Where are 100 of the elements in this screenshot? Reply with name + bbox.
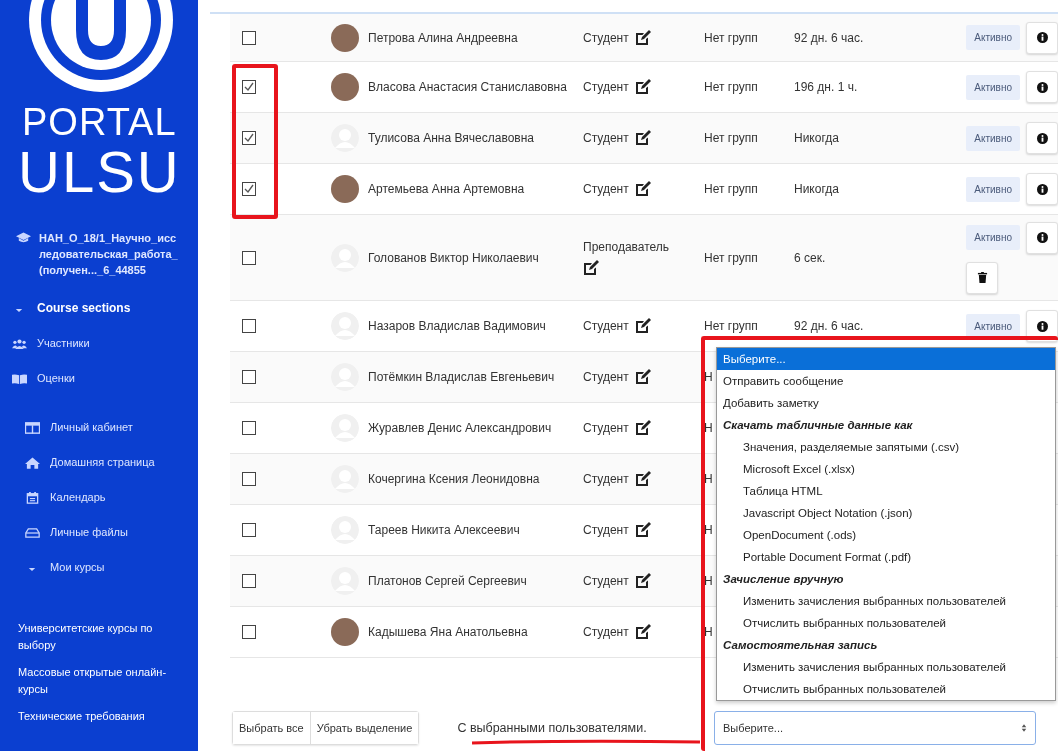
status-badge: Активно — [966, 313, 1020, 339]
row-checkbox[interactable] — [242, 370, 256, 384]
dropdown-option[interactable]: Отчислить выбранных пользователей — [717, 678, 1055, 700]
row-checkbox[interactable] — [242, 30, 256, 45]
nav-item[interactable]: Участники — [12, 325, 198, 360]
participant-name[interactable]: Артемьева Анна Артемовна — [368, 182, 583, 196]
home-icon — [25, 456, 40, 469]
participant-name[interactable]: Журавлев Денис Александрович — [368, 421, 583, 435]
edit-icon[interactable] — [634, 420, 651, 436]
role-label: Студент — [583, 523, 629, 537]
row-checkbox[interactable] — [242, 250, 256, 265]
row-checkbox[interactable] — [242, 625, 256, 639]
participant-name[interactable]: Голованов Виктор Николаевич — [368, 250, 583, 265]
last-access-label: Никогда — [794, 182, 839, 196]
row-checkbox[interactable] — [242, 182, 256, 196]
row-checkbox[interactable] — [242, 472, 256, 486]
user-photo-placeholder — [331, 175, 359, 203]
book-icon — [12, 372, 27, 385]
participant-name[interactable]: Тареев Никита Алексеевич — [368, 523, 583, 537]
sidebar-link[interactable]: Массовые открытые онлайн-курсы — [18, 664, 178, 698]
participant-name[interactable]: Петрова Алина Андреевна — [368, 30, 583, 45]
role-label: Студент — [583, 319, 629, 333]
dropdown-option[interactable]: Microsoft Excel (.xlsx) — [717, 458, 1055, 480]
groups-label: Нет групп — [704, 319, 758, 333]
selection-button[interactable]: Выбрать все — [233, 712, 311, 744]
nav-item[interactable]: Оценки — [12, 360, 198, 395]
groups-label: Нет групп — [704, 30, 758, 45]
groups-label: Нет групп — [704, 131, 758, 145]
dropdown-option[interactable]: Таблица HTML — [717, 480, 1055, 502]
nav-item[interactable]: Мои курсы — [25, 549, 198, 584]
info-icon[interactable] — [1026, 122, 1058, 154]
row-checkbox[interactable] — [242, 421, 256, 435]
option-group-label: Скачать табличные данные как — [722, 418, 914, 433]
dropdown-option[interactable]: Изменить зачисления выбранных пользователей — [717, 590, 1055, 612]
role-label: Преподаватель — [583, 239, 670, 254]
participant-name[interactable]: Платонов Сергей Сергеевич — [368, 574, 583, 588]
nav-item[interactable]: Личные файлы — [25, 514, 198, 549]
edit-icon[interactable] — [634, 369, 651, 385]
dropdown-option[interactable]: Отчислить выбранных пользователей — [717, 612, 1055, 634]
participant-name[interactable]: Тулисова Анна Вячеславовна — [368, 131, 583, 145]
row-checkbox[interactable] — [242, 574, 256, 588]
row-checkbox[interactable] — [242, 131, 256, 145]
status-badge: Активно — [966, 25, 1020, 50]
edit-icon[interactable] — [634, 181, 651, 197]
status-badge: Активно — [966, 125, 1020, 151]
row-checkbox[interactable] — [242, 80, 256, 94]
sidebar-link[interactable]: Технические требования — [18, 708, 178, 725]
groups-label: Нет групп — [704, 182, 758, 196]
row-checkbox[interactable] — [242, 523, 256, 537]
nav-item[interactable]: Календарь — [25, 479, 198, 514]
caret-icon — [15, 307, 23, 313]
last-access-label: Никогда — [794, 131, 839, 145]
participant-name[interactable]: Назаров Владислав Вадимович — [368, 319, 583, 333]
last-access-label: 92 дн. 6 час. — [794, 30, 864, 45]
sidebar-link[interactable]: Университетские курсы по выбору — [18, 620, 178, 654]
calendar-icon — [25, 491, 40, 504]
edit-icon[interactable] — [634, 573, 651, 589]
row-checkbox[interactable] — [242, 319, 256, 333]
status-badge: Активно — [966, 176, 1020, 202]
info-icon[interactable] — [1026, 21, 1058, 54]
groups-label: Н — [704, 574, 713, 588]
sort-arrows-icon — [1021, 723, 1027, 733]
edit-icon[interactable] — [634, 318, 651, 334]
participant-name[interactable]: Власова Анастасия Станиславовна — [368, 80, 583, 94]
info-icon[interactable] — [1026, 221, 1058, 254]
participant-name[interactable]: Кадышева Яна Анатольевна — [368, 625, 583, 639]
dropdown-option[interactable]: Значения, разделяемые запятыми (.csv) — [717, 436, 1055, 458]
role-label: Студент — [583, 80, 629, 94]
course-link[interactable]: НАН_О_18/1_Научно_исследовательская_работа_(получен..._6_44855 — [39, 230, 179, 278]
edit-icon[interactable] — [634, 522, 651, 538]
participant-name[interactable]: Потёмкин Владислав Евгеньевич — [368, 370, 583, 384]
dropdown-option[interactable]: Javascript Object Notation (.json) — [717, 502, 1055, 524]
edit-icon[interactable] — [583, 259, 599, 276]
status-badge: Активно — [966, 74, 1020, 100]
edit-icon[interactable] — [634, 471, 651, 487]
nav-item[interactable]: Course sections — [12, 290, 198, 325]
info-icon[interactable] — [1026, 173, 1058, 205]
dropdown-option[interactable]: Изменить зачисления выбранных пользователей — [717, 656, 1055, 678]
dropdown-option[interactable]: Добавить заметку — [717, 392, 1055, 414]
role-label: Студент — [583, 421, 629, 435]
nav-item[interactable]: Личный кабинет — [25, 409, 198, 444]
dropdown-option[interactable]: Отправить сообщение — [717, 370, 1055, 392]
nav-item[interactable]: Домашняя страница — [25, 444, 198, 479]
role-label: Студент — [583, 30, 629, 45]
option-group-label: Самостоятельная запись — [722, 638, 879, 653]
edit-icon[interactable] — [634, 624, 651, 640]
info-icon[interactable] — [1026, 71, 1058, 103]
selection-button[interactable]: Убрать выделение — [310, 712, 419, 744]
edit-icon[interactable] — [634, 130, 651, 146]
bulk-action-select[interactable]: Выберите... — [714, 711, 1036, 745]
groups-label: Н — [704, 370, 713, 384]
trash-icon[interactable] — [966, 261, 999, 294]
role-label: Студент — [583, 131, 629, 145]
role-label: Студент — [583, 472, 629, 486]
dropdown-option[interactable]: OpenDocument (.ods) — [717, 524, 1055, 546]
participant-name[interactable]: Кочергина Ксения Леонидовна — [368, 472, 583, 486]
dropdown-option[interactable]: Выберите... — [717, 348, 1055, 370]
edit-icon[interactable] — [634, 29, 651, 46]
edit-icon[interactable] — [634, 79, 651, 95]
dropdown-option[interactable]: Portable Document Format (.pdf) — [717, 546, 1055, 568]
